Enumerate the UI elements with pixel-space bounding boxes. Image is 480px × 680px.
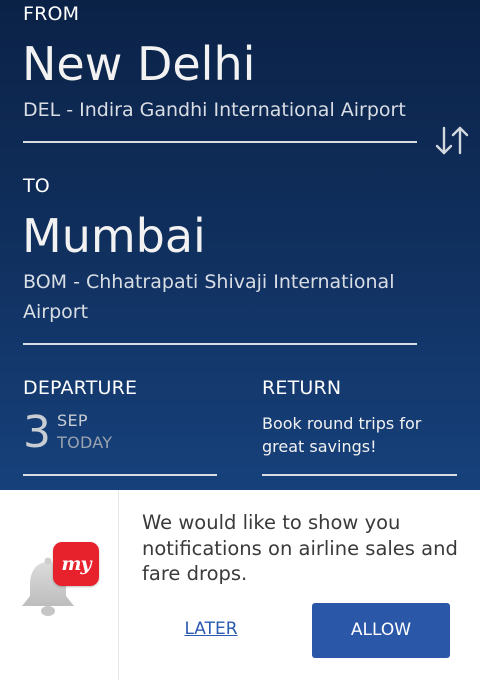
notification-message: We would like to show you notifications … (142, 511, 458, 585)
swap-icon[interactable] (433, 124, 471, 158)
return-divider (262, 474, 457, 476)
departure-label: DEPARTURE (23, 377, 138, 399)
departure-month[interactable]: SEP (57, 411, 88, 430)
departure-day[interactable]: 3 (23, 411, 51, 455)
later-button[interactable]: LATER (168, 614, 254, 644)
return-label: RETURN (262, 377, 342, 399)
app-logo: my (53, 542, 99, 586)
to-label: TO (23, 175, 50, 197)
to-divider (23, 343, 417, 345)
departure-divider (23, 474, 217, 476)
from-divider (23, 141, 417, 143)
notification-icon-area: my (0, 490, 119, 680)
notification-prompt: my We would like to show you notificatio… (0, 490, 480, 680)
from-label: FROM (23, 3, 80, 25)
return-hint[interactable]: Book round trips for great savings! (262, 412, 452, 458)
to-airport[interactable]: BOM - Chhatrapati Shivaji International … (23, 267, 403, 327)
from-airport[interactable]: DEL - Indira Gandhi International Airpor… (23, 95, 423, 125)
app-logo-text: my (61, 553, 91, 575)
from-city[interactable]: New Delhi (22, 38, 255, 90)
departure-today[interactable]: TODAY (57, 433, 112, 452)
allow-button[interactable]: ALLOW (312, 603, 450, 658)
to-city[interactable]: Mumbai (22, 210, 206, 262)
